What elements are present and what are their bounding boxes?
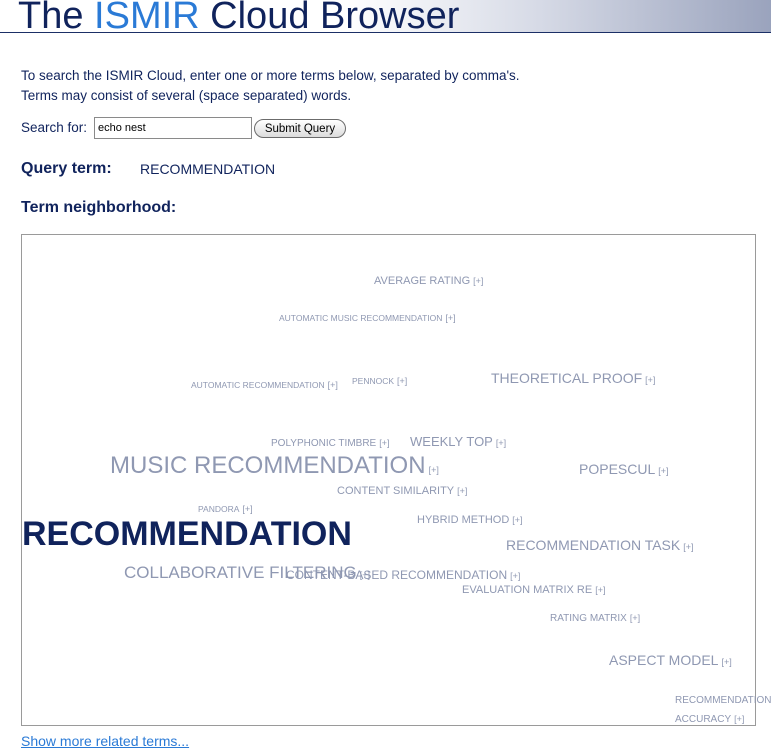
expand-term-button[interactable]: [+] — [630, 613, 640, 623]
search-input[interactable] — [94, 117, 252, 139]
cloud-term-label[interactable]: EVALUATION MATRIX RE — [462, 584, 592, 596]
cloud-term: ASPECT MODEL [+] — [609, 652, 732, 668]
expand-term-button[interactable]: [+] — [658, 466, 668, 476]
expand-term-button[interactable]: [+] — [397, 376, 407, 386]
cloud-term-label[interactable]: ACCURACY — [675, 714, 731, 725]
intro-line-2: Terms may consist of several (space sepa… — [21, 88, 352, 103]
cloud-term-label[interactable]: PANDORA — [198, 504, 239, 514]
cloud-term-label[interactable]: RECOMMENDATION — [675, 692, 771, 710]
page-title: The ISMIR Cloud Browser — [18, 0, 460, 33]
expand-term-button[interactable]: [+] — [721, 657, 731, 667]
expand-term-button[interactable]: [+] — [512, 515, 522, 525]
cloud-term-label[interactable]: RECOMMENDATION TASK — [506, 537, 680, 553]
intro-line-1: To search the ISMIR Cloud, enter one or … — [21, 68, 520, 83]
cloud-term-label[interactable]: AVERAGE RATING — [374, 275, 470, 287]
cloud-term: WEEKLY TOP [+] — [410, 434, 506, 449]
expand-term-button[interactable]: [+] — [734, 714, 744, 724]
expand-term-button[interactable]: [+] — [445, 313, 455, 323]
cloud-term-label[interactable]: POLYPHONIC TIMBRE — [271, 438, 376, 449]
query-term-value: RECOMMENDATION — [140, 161, 276, 177]
cloud-term-label[interactable]: AUTOMATIC MUSIC RECOMMENDATION — [279, 313, 442, 323]
cloud-term: RATING MATRIX [+] — [550, 613, 640, 624]
show-more-terms-link[interactable]: Show more related terms... — [21, 733, 189, 749]
title-prefix: The — [18, 0, 84, 33]
expand-term-button[interactable]: [+] — [496, 438, 506, 448]
cloud-term-label[interactable]: CONTENT-BASED RECOMMENDATION — [286, 568, 507, 582]
header-bar: The ISMIR Cloud Browser — [0, 0, 771, 33]
cloud-term: POLYPHONIC TIMBRE [+] — [271, 438, 389, 449]
cloud-term-label[interactable]: MUSIC RECOMMENDATION — [110, 452, 426, 479]
cloud-term: RECOMMENDATION TASK [+] — [506, 537, 694, 553]
expand-term-button[interactable]: [+] — [683, 542, 693, 552]
cloud-term-label[interactable]: RECOMMENDATION — [22, 515, 352, 553]
cloud-term-label[interactable]: HYBRID METHOD — [417, 514, 509, 526]
expand-term-button[interactable]: [+] — [429, 465, 439, 475]
intro-text: To search the ISMIR Cloud, enter one or … — [21, 66, 520, 106]
title-suffix: Cloud Browser — [210, 0, 460, 33]
cloud-term: PANDORA [+] — [198, 504, 253, 514]
cloud-term: RECOMMENDATION ACCURACY [+] — [675, 692, 771, 729]
title-accent: ISMIR — [94, 0, 200, 33]
expand-term-button[interactable]: [+] — [457, 486, 467, 496]
expand-term-button[interactable]: [+] — [645, 375, 655, 385]
cloud-term-label[interactable]: AUTOMATIC RECOMMENDATION — [191, 380, 325, 390]
cloud-term-label[interactable]: PENNOCK — [352, 376, 394, 386]
term-cloud: AVERAGE RATING [+] AUTOMATIC MUSIC RECOMM… — [21, 234, 771, 726]
expand-term-button[interactable]: [+] — [328, 380, 338, 390]
cloud-term: THEORETICAL PROOF [+] — [491, 370, 655, 386]
cloud-term-label[interactable]: THEORETICAL PROOF — [491, 370, 642, 386]
query-term-label: Query term: — [21, 160, 112, 177]
cloud-term-label[interactable]: ASPECT MODEL — [609, 652, 718, 668]
search-label: Search for: — [21, 120, 88, 135]
expand-term-button[interactable]: [+] — [473, 276, 483, 286]
cloud-term: AUTOMATIC MUSIC RECOMMENDATION [+] — [279, 313, 456, 323]
cloud-term: HYBRID METHOD [+] — [417, 514, 523, 526]
cloud-term: CONTENT SIMILARITY [+] — [337, 485, 467, 497]
cloud-term: CONTENT-BASED RECOMMENDATION [+] — [286, 568, 520, 582]
expand-term-button[interactable]: [+] — [510, 571, 520, 581]
cloud-term: POPESCUL [+] — [579, 461, 669, 477]
cloud-term: EVALUATION MATRIX RE [+] — [462, 584, 605, 596]
term-neighborhood-label: Term neighborhood: — [21, 199, 177, 216]
cloud-term-label[interactable]: POPESCUL — [579, 461, 655, 477]
cloud-term-label[interactable]: WEEKLY TOP — [410, 434, 493, 449]
expand-term-button[interactable]: [+] — [379, 438, 389, 448]
cloud-term-label[interactable]: RATING MATRIX — [550, 613, 627, 624]
cloud-term-label[interactable]: CONTENT SIMILARITY — [337, 485, 454, 497]
cloud-term: MUSIC RECOMMENDATION [+] — [110, 452, 439, 480]
cloud-term: AUTOMATIC RECOMMENDATION [+] — [191, 380, 338, 390]
cloud-term: PENNOCK [+] — [352, 376, 407, 386]
expand-term-button[interactable]: [+] — [242, 504, 252, 514]
submit-query-button[interactable]: Submit Query — [254, 119, 346, 138]
cloud-term: AVERAGE RATING [+] — [374, 275, 483, 287]
expand-term-button[interactable]: [+] — [595, 585, 605, 595]
cloud-term-query: RECOMMENDATION — [22, 515, 352, 554]
